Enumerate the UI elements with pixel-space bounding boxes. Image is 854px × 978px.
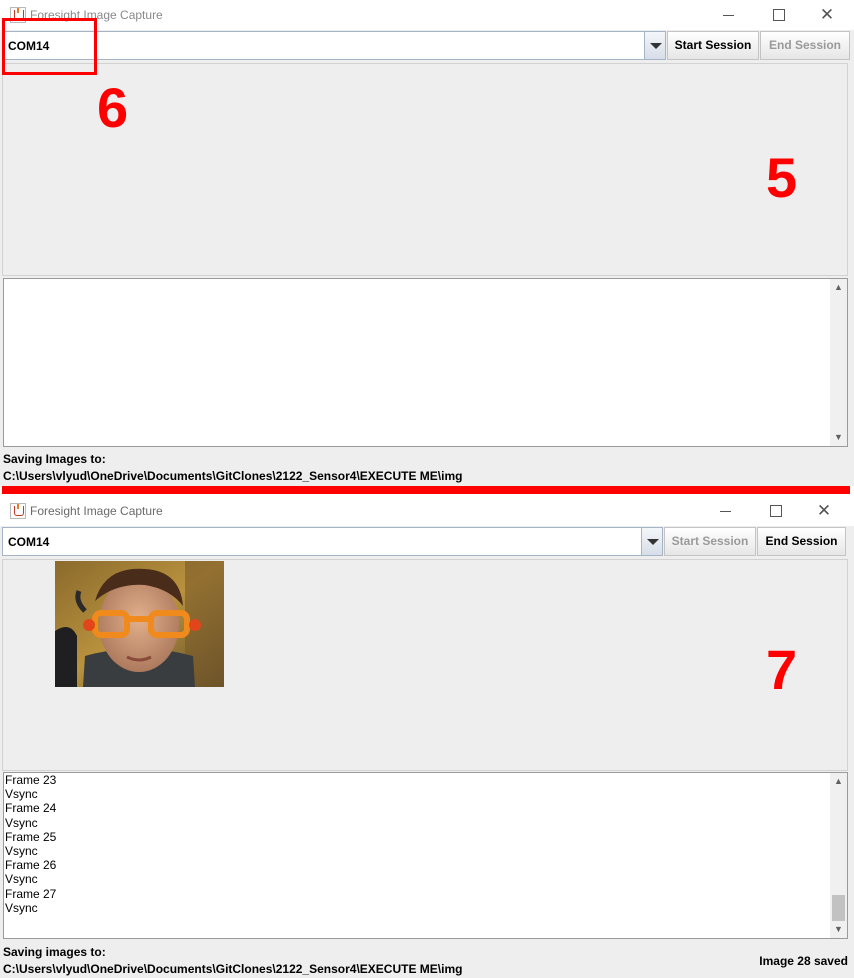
title-bar[interactable]: Foresight Image Capture ✕ (0, 0, 854, 30)
maximize-icon[interactable] (755, 0, 801, 30)
log-line: Frame 27 (5, 886, 57, 901)
window-title: Foresight Image Capture (30, 504, 163, 518)
log-line: Vsync (5, 844, 38, 859)
session-toolbar: COM14 Start Session End Session (2, 30, 852, 62)
end-session-button[interactable]: End Session (757, 527, 846, 556)
log-scrollbar[interactable]: ▲ ▼ (830, 279, 847, 446)
saving-path: C:\Users\vlyud\OneDrive\Documents\GitClo… (3, 469, 463, 483)
log-line: Vsync (5, 787, 38, 802)
minimize-icon[interactable] (706, 0, 752, 30)
divider-bar (2, 486, 850, 494)
chevron-down-icon[interactable] (641, 528, 662, 555)
scroll-up-icon[interactable]: ▲ (830, 773, 847, 790)
annotation-number-6: 6 (97, 76, 129, 139)
log-line: Vsync (5, 815, 38, 830)
scroll-up-icon[interactable]: ▲ (830, 279, 847, 296)
start-session-button[interactable]: Start Session (667, 31, 759, 60)
log-line: Vsync (5, 900, 38, 915)
annotation-number-7: 7 (766, 638, 798, 701)
log-line: Frame 26 (5, 858, 57, 873)
close-icon[interactable]: ✕ (801, 496, 847, 526)
captured-image (55, 561, 224, 687)
start-session-button[interactable]: Start Session (664, 527, 756, 556)
maximize-icon[interactable] (752, 496, 798, 526)
saving-path: C:\Users\vlyud\OneDrive\Documents\GitClo… (3, 962, 463, 976)
log-line: Vsync (5, 872, 38, 887)
saving-label: Saving images to: (3, 945, 106, 959)
webcam-photo (55, 561, 224, 687)
log-lines: Frame 23 Vsync Frame 24 Vsync Frame 25 Vsync F… (5, 773, 56, 915)
port-select[interactable]: COM14 (2, 31, 666, 60)
saved-count-status: Image 28 saved (759, 954, 848, 968)
log-scrollbar[interactable]: ▲ ▼ (830, 773, 847, 938)
log-line: Frame 24 (5, 801, 57, 816)
log-textarea[interactable]: ▲ ▼ (3, 278, 848, 447)
scroll-down-icon[interactable]: ▼ (830, 921, 847, 938)
annotation-number-5: 5 (766, 146, 798, 209)
close-icon[interactable]: ✕ (804, 0, 850, 30)
app-window-top: Foresight Image Capture ✕ COM14 Start Se… (0, 0, 854, 486)
log-line: Frame 23 (5, 773, 57, 787)
scroll-down-icon[interactable]: ▼ (830, 429, 847, 446)
log-textarea[interactable]: Frame 23 Vsync Frame 24 Vsync Frame 25 Vsync F… (3, 772, 848, 939)
port-select-value: COM14 (8, 535, 50, 549)
end-session-button[interactable]: End Session (760, 31, 850, 60)
minimize-icon[interactable] (703, 496, 749, 526)
session-toolbar: COM14 Start Session End Session (2, 526, 852, 558)
log-line: Frame 25 (5, 829, 57, 844)
saving-label: Saving Images to: (3, 452, 106, 466)
title-bar[interactable]: Foresight Image Capture ✕ (0, 496, 854, 526)
port-select-highlight (2, 18, 97, 75)
scroll-thumb[interactable] (832, 895, 845, 921)
port-select[interactable]: COM14 (2, 527, 663, 556)
java-cup-icon (10, 503, 26, 519)
image-preview-panel (2, 63, 848, 276)
chevron-down-icon[interactable] (644, 32, 665, 59)
